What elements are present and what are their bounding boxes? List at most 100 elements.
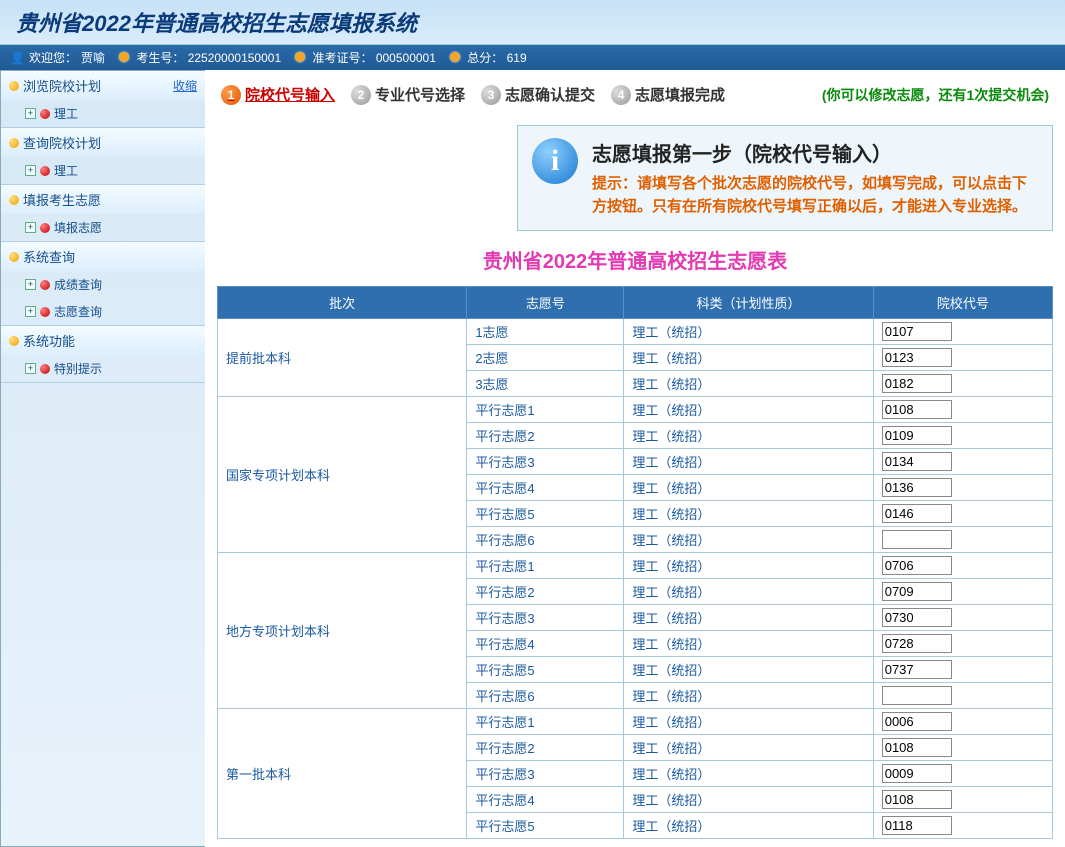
code-input[interactable]	[882, 400, 952, 419]
bullet-icon	[295, 52, 305, 62]
table-header: 科类（计划性质）	[624, 287, 873, 319]
sidebar-item[interactable]: +特别提示	[1, 355, 205, 382]
code-cell	[873, 397, 1052, 423]
code-cell	[873, 475, 1052, 501]
table-header: 批次	[218, 287, 467, 319]
score: 619	[507, 51, 527, 65]
code-cell	[873, 787, 1052, 813]
category-cell: 理工（统招）	[624, 449, 873, 475]
code-input[interactable]	[882, 348, 952, 367]
step-1[interactable]: 1院校代号输入	[221, 84, 335, 105]
wish-cell: 3志愿	[467, 371, 624, 397]
sidebar-item[interactable]: +理工	[1, 157, 205, 184]
sidebar-group-head[interactable]: 填报考生志愿	[1, 185, 205, 214]
category-cell: 理工（统招）	[624, 553, 873, 579]
code-input[interactable]	[882, 738, 952, 757]
category-cell: 理工（统招）	[624, 709, 873, 735]
code-input[interactable]	[882, 322, 952, 341]
code-cell	[873, 319, 1052, 345]
category-cell: 理工（统招）	[624, 423, 873, 449]
code-cell	[873, 683, 1052, 709]
welcome-block: 👤 欢迎您： 贾喻	[10, 49, 105, 66]
code-input[interactable]	[882, 504, 952, 523]
info-box: i 志愿填报第一步（院校代号输入） 提示：请填写各个批次志愿的院校代号，如填写完…	[517, 125, 1053, 231]
code-input[interactable]	[882, 426, 952, 445]
expand-icon[interactable]: +	[25, 165, 36, 176]
sidebar-group-label: 系统功能	[23, 331, 75, 350]
step-3[interactable]: 3志愿确认提交	[481, 84, 595, 105]
code-input[interactable]	[882, 556, 952, 575]
wish-cell: 1志愿	[467, 319, 624, 345]
wish-cell: 2志愿	[467, 345, 624, 371]
step-2[interactable]: 2专业代号选择	[351, 84, 465, 105]
wish-cell: 平行志愿1	[467, 709, 624, 735]
table-header: 志愿号	[467, 287, 624, 319]
step-number-icon: 4	[611, 85, 631, 105]
wish-cell: 平行志愿1	[467, 397, 624, 423]
folder-icon	[9, 81, 19, 91]
category-cell: 理工（统招）	[624, 761, 873, 787]
code-input[interactable]	[882, 686, 952, 705]
folder-icon	[9, 336, 19, 346]
sidebar-item[interactable]: +志愿查询	[1, 298, 205, 325]
code-input[interactable]	[882, 582, 952, 601]
expand-icon[interactable]: +	[25, 363, 36, 374]
sidebar-group-label: 填报考生志愿	[23, 190, 101, 209]
code-input[interactable]	[882, 816, 952, 835]
code-input[interactable]	[882, 478, 952, 497]
category-cell: 理工（统招）	[624, 319, 873, 345]
code-input[interactable]	[882, 660, 952, 679]
bullet-icon	[450, 52, 460, 62]
wish-cell: 平行志愿6	[467, 527, 624, 553]
sidebar-group-head[interactable]: 系统查询	[1, 242, 205, 271]
sidebar-group-head[interactable]: 查询院校计划	[1, 128, 205, 157]
code-input[interactable]	[882, 374, 952, 393]
sidebar-item[interactable]: + 成绩查询	[1, 271, 205, 298]
code-input[interactable]	[882, 608, 952, 627]
code-input[interactable]	[882, 634, 952, 653]
step-label: 志愿确认提交	[505, 84, 595, 105]
item-icon	[40, 307, 50, 317]
wish-cell: 平行志愿5	[467, 813, 624, 839]
code-input[interactable]	[882, 712, 952, 731]
sidebar-group-head[interactable]: 系统功能	[1, 326, 205, 355]
code-cell	[873, 761, 1052, 787]
step-4[interactable]: 4志愿填报完成	[611, 84, 725, 105]
expand-icon[interactable]: +	[25, 108, 36, 119]
sidebar-item-label: 填报志愿	[54, 219, 102, 236]
code-cell	[873, 631, 1052, 657]
code-cell	[873, 813, 1052, 839]
table-row: 提前批本科1志愿理工（统招）	[218, 319, 1053, 345]
code-input[interactable]	[882, 764, 952, 783]
expand-icon[interactable]: +	[25, 279, 36, 290]
step-number-icon: 1	[221, 85, 241, 105]
folder-icon	[9, 138, 19, 148]
sidebar-item-label: 理工	[54, 105, 78, 122]
wish-cell: 平行志愿5	[467, 657, 624, 683]
wish-cell: 平行志愿4	[467, 475, 624, 501]
sidebar-item[interactable]: + 理工	[1, 100, 205, 127]
info-text: 提示：请填写各个批次志愿的院校代号，如填写完成，可以点击下方按钮。只有在所有院校…	[592, 173, 1038, 218]
sidebar-group-head[interactable]: 浏览院校计划收缩	[1, 71, 205, 100]
category-cell: 理工（统招）	[624, 579, 873, 605]
remain-notice: (你可以修改志愿，还有1次提交机会)	[822, 85, 1049, 105]
item-icon	[40, 166, 50, 176]
sidebar-item-label: 成绩查询	[54, 276, 102, 293]
info-body: 志愿填报第一步（院校代号输入） 提示：请填写各个批次志愿的院校代号，如填写完成，…	[592, 138, 1038, 218]
sidebar-item[interactable]: + 填报志愿	[1, 214, 205, 241]
code-input[interactable]	[882, 452, 952, 471]
shrink-link[interactable]: 收缩	[173, 77, 197, 94]
code-cell	[873, 449, 1052, 475]
page-title: 贵州省2022年普通高校招生志愿填报系统	[16, 6, 1049, 38]
expand-icon[interactable]: +	[25, 306, 36, 317]
code-input[interactable]	[882, 790, 952, 809]
page-header: 贵州省2022年普通高校招生志愿填报系统	[0, 0, 1065, 45]
wish-cell: 平行志愿2	[467, 735, 624, 761]
item-icon	[40, 223, 50, 233]
info-title: 志愿填报第一步（院校代号输入）	[592, 138, 1038, 167]
category-cell: 理工（统招）	[624, 605, 873, 631]
code-input[interactable]	[882, 530, 952, 549]
expand-icon[interactable]: +	[25, 222, 36, 233]
sidebar: 浏览院校计划收缩+理工查询院校计划+理工填报考生志愿+填报志愿系统查询+成绩查询…	[0, 70, 205, 847]
user-icon: 👤	[10, 51, 25, 65]
